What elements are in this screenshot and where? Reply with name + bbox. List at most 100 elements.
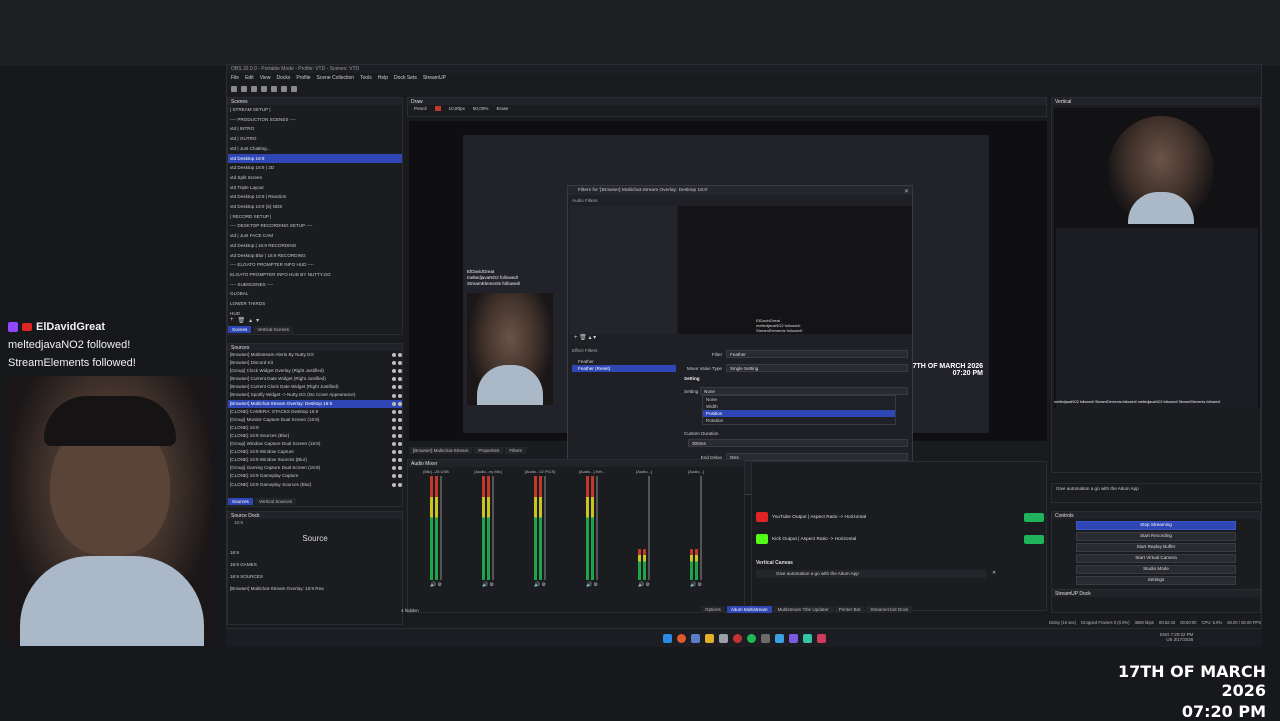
scene-item[interactable]: vtd Desktop | 16:9 RECORDING	[228, 241, 402, 251]
move-type-select[interactable]: Single Setting	[726, 364, 908, 372]
source-item[interactable]: [CLONE] 16:9 Window Capture	[228, 448, 402, 456]
visibility-icon[interactable]	[392, 425, 402, 430]
visibility-icon[interactable]	[392, 361, 402, 366]
menu-item[interactable]: View	[260, 75, 271, 82]
volume-slider[interactable]	[596, 476, 598, 580]
volume-meter[interactable]	[586, 476, 598, 580]
volume-slider[interactable]	[544, 476, 546, 580]
app-icon[interactable]	[760, 633, 770, 643]
scene-item[interactable]: ---- ELGATO PROMPTER INFO HUD ----	[228, 260, 402, 270]
record-icon[interactable]	[281, 86, 287, 92]
source-dock-item[interactable]: 16:9 GAMES	[228, 559, 402, 571]
source-item[interactable]: [Browser] Multistream Alerts By Nutty.GG	[228, 351, 402, 359]
source-item[interactable]: [Browser] Spotify Widget -> Nutty.GG (No…	[228, 391, 402, 399]
scene-item[interactable]: vtd Triple Layout	[228, 183, 402, 193]
source-item[interactable]: [CLONE] 16:9 Window Sources (Blur)	[228, 456, 402, 464]
multistream-tab[interactable]: Aitum Multistream	[726, 606, 772, 613]
app-icon[interactable]	[816, 633, 826, 643]
draw-erase[interactable]: Erase	[496, 106, 508, 111]
control-button[interactable]: Settings	[1076, 576, 1236, 585]
visibility-icon[interactable]	[392, 417, 402, 422]
volume-meter[interactable]	[534, 476, 546, 580]
sources-tab[interactable]: Vertical Sources	[254, 498, 297, 505]
visibility-icon[interactable]	[392, 482, 402, 487]
source-item[interactable]: [CLONE] 16:9 Gameplay Capture	[228, 472, 402, 480]
open-icon[interactable]	[241, 86, 247, 92]
source-item[interactable]: [Browser] Discord Kit	[228, 359, 402, 367]
scene-item[interactable]: ELGATO PROMPTER INFO HUD BY NUTTY.GG	[228, 270, 402, 280]
visibility-icon[interactable]	[392, 377, 402, 382]
control-button[interactable]: Stop Streaming	[1076, 521, 1236, 530]
menu-item[interactable]: Docks	[276, 75, 290, 82]
preview-tab[interactable]: [Browser] Multichat-Stream	[409, 447, 473, 454]
setting-option[interactable]: Rotation	[703, 417, 895, 424]
source-item[interactable]: [Group] Clock Widget Overlay (Right Just…	[228, 367, 402, 375]
multistream-tab[interactable]: Options	[701, 606, 725, 613]
scene-item[interactable]: vtd Desktop 16:9 [S] NDS	[228, 202, 402, 212]
scene-item[interactable]: vtd Desktop 16:9	[228, 153, 402, 164]
gear-icon[interactable]	[291, 86, 297, 92]
source-item[interactable]: [CLONE] CAMERA: STACKS Desktop 16:9	[228, 408, 402, 416]
multistream-tab[interactable]: Printer Bot	[834, 606, 865, 613]
mute-icon[interactable]: 🔊 ⚙	[534, 582, 546, 588]
multistream-tab[interactable]: Multistream Title Updater	[773, 606, 833, 613]
system-tray[interactable]: ENG 7:20:22 PM US 3/17/2026	[1160, 632, 1193, 642]
spotify-icon[interactable]	[746, 633, 756, 643]
visibility-icon[interactable]	[392, 409, 402, 414]
up-icon[interactable]: ▴	[249, 317, 252, 324]
audio-filter-controls[interactable]: + 🗑 ▴ ▾	[574, 334, 596, 341]
menu-item[interactable]: File	[231, 75, 239, 82]
visibility-icon[interactable]	[392, 401, 402, 406]
volume-meter[interactable]	[690, 476, 702, 580]
control-button[interactable]: Start Virtual Camera	[1076, 554, 1236, 563]
source-dock-item[interactable]: [Browser] Multichat-Stream Overlay: 16:9…	[228, 583, 402, 595]
visibility-icon[interactable]	[392, 458, 402, 463]
visibility-icon[interactable]	[392, 393, 402, 398]
menu-item[interactable]: Profile	[296, 75, 310, 82]
folder-icon[interactable]	[704, 633, 714, 643]
scene-item[interactable]: vtd Desktop 16:9 | Reaction	[228, 192, 402, 202]
preview-tab[interactable]: Properties	[474, 447, 504, 454]
scene-item[interactable]: vtd | OUTRO	[228, 134, 402, 144]
volume-slider[interactable]	[492, 476, 494, 580]
visibility-icon[interactable]	[392, 369, 402, 374]
automation-text[interactable]: Give automation a go with the Aitum App	[1052, 484, 1260, 493]
settings-icon[interactable]	[718, 633, 728, 643]
source-item[interactable]: [Browser] Current Clock Date Widget (Rig…	[228, 383, 402, 391]
app-icon[interactable]	[774, 633, 784, 643]
menu-item[interactable]: Scene Collection	[317, 75, 355, 82]
control-button[interactable]: Studio Mode	[1076, 565, 1236, 574]
obs-icon[interactable]	[732, 633, 742, 643]
source-item[interactable]: [Browser] Multichat-Stream Overlay: Desk…	[228, 399, 402, 408]
source-dock-item[interactable]: 16:9 SOURCES	[228, 571, 402, 583]
scene-item[interactable]: vtd | Just Chatting...	[228, 144, 402, 154]
save-icon[interactable]	[251, 86, 257, 92]
app-icon[interactable]	[690, 633, 700, 643]
source-item[interactable]: [CLONE] 16:9	[228, 424, 402, 432]
scene-item[interactable]: vtd | INTRO	[228, 124, 402, 134]
preview-tab[interactable]: Filters	[505, 447, 526, 454]
end-delay-field[interactable]: 0ms	[726, 453, 908, 461]
app-icon[interactable]	[788, 633, 798, 643]
setting-option[interactable]: None	[703, 396, 895, 403]
draw-tool[interactable]: Pencil	[414, 106, 427, 111]
hidden-count[interactable]: 4 hidden	[401, 608, 419, 613]
mute-icon[interactable]: 🔊 ⚙	[638, 582, 650, 588]
visibility-icon[interactable]	[392, 466, 402, 471]
stream-toggle[interactable]	[1024, 512, 1044, 522]
scene-item[interactable]: vtd Desktop Blur | 16:9 RECORDING	[228, 251, 402, 261]
source-dock-item[interactable]: 16:9	[228, 547, 402, 559]
visibility-icon[interactable]	[392, 385, 402, 390]
effect-filter-item[interactable]: Feather	[572, 358, 676, 365]
source-item[interactable]: [CLONE] 16:9 Gameplay Sources (Blur)	[228, 481, 402, 489]
visibility-icon[interactable]	[392, 474, 402, 479]
menu-item[interactable]: StreamUP	[423, 75, 446, 82]
scenes-tab[interactable]: Vertical Scenes	[253, 326, 293, 333]
volume-slider[interactable]	[440, 476, 442, 580]
automation-banner[interactable]: Give automation a go with the Aitum App	[756, 570, 986, 578]
setting-select[interactable]: None	[700, 387, 908, 395]
mute-icon[interactable]: 🔊 ⚙	[586, 582, 598, 588]
scene-item[interactable]: | RECORD SETUP |	[228, 212, 402, 222]
effect-filter-item[interactable]: Feather (Reset)	[572, 365, 676, 372]
source-dock-filter[interactable]: 16:9	[228, 519, 402, 526]
